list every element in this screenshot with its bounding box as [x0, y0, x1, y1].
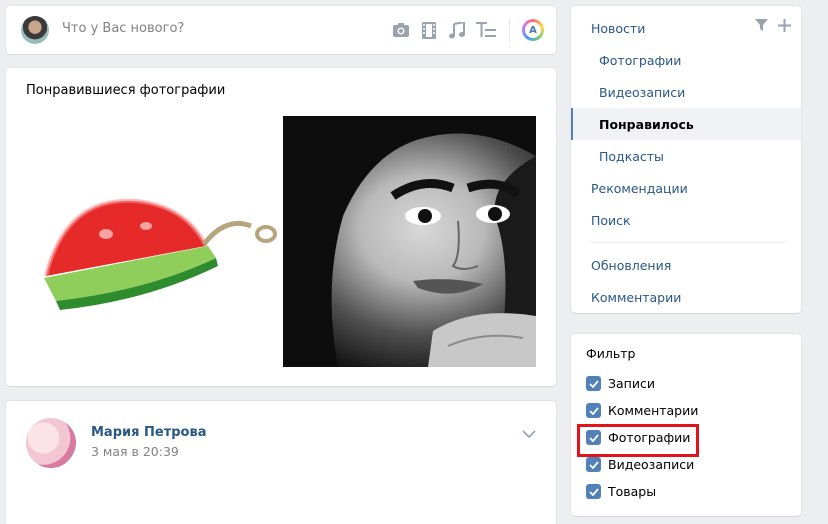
post-composer[interactable]: Что у Вас нового? A	[6, 6, 556, 54]
filter-option-comments[interactable]: Комментарии	[586, 403, 698, 418]
composer-placeholder[interactable]: Что у Вас нового?	[62, 21, 184, 36]
nav-item-recommendations[interactable]: Рекомендации	[571, 172, 801, 204]
chevron-down-icon[interactable]	[522, 427, 536, 442]
nav-divider	[591, 242, 785, 243]
filter-option-posts[interactable]: Записи	[586, 376, 655, 391]
filter-option-videos[interactable]: Видеозаписи	[586, 457, 694, 472]
user-avatar[interactable]	[21, 16, 49, 44]
music-icon[interactable]	[447, 18, 467, 42]
divider	[509, 18, 510, 42]
author-avatar[interactable]	[26, 418, 76, 468]
nav-item-updates[interactable]: Обновления	[571, 249, 801, 281]
nav-item-photos[interactable]: Фотографии	[571, 44, 801, 76]
news-nav-menu: Новости Фотографии Видеозаписи Понравило…	[571, 6, 801, 313]
text-format-icon[interactable]	[475, 18, 497, 42]
filter-option-goods[interactable]: Товары	[586, 484, 656, 499]
checkbox-checked-icon[interactable]	[586, 376, 601, 391]
nav-item-podcasts[interactable]: Подкасты	[571, 140, 801, 172]
video-icon[interactable]	[419, 18, 439, 42]
post-date[interactable]: 3 мая в 20:39	[91, 444, 179, 459]
nav-item-comments[interactable]: Комментарии	[571, 281, 801, 313]
nav-item-liked[interactable]: Понравилось	[571, 108, 801, 140]
filter-title: Фильтр	[586, 346, 636, 361]
feed-post: Мария Петрова 3 мая в 20:39	[6, 401, 556, 524]
liked-photo-portrait[interactable]	[283, 116, 536, 367]
liked-photos-card: Понравившиеся фотографии	[6, 68, 556, 386]
liked-photos-title: Понравившиеся фотографии	[26, 83, 226, 98]
aa-style-icon[interactable]: A	[522, 19, 544, 41]
checkbox-checked-icon[interactable]	[586, 403, 601, 418]
highlight-box	[577, 424, 699, 457]
plus-icon[interactable]	[778, 19, 791, 36]
post-author-name[interactable]: Мария Петрова	[91, 425, 206, 440]
checkbox-checked-icon[interactable]	[586, 457, 601, 472]
nav-item-videos[interactable]: Видеозаписи	[571, 76, 801, 108]
checkbox-checked-icon[interactable]	[586, 484, 601, 499]
camera-icon[interactable]	[391, 18, 411, 42]
nav-item-search[interactable]: Поиск	[571, 204, 801, 236]
filter-icon[interactable]	[755, 19, 768, 36]
liked-photo-watermelon-soap[interactable]	[26, 116, 278, 367]
